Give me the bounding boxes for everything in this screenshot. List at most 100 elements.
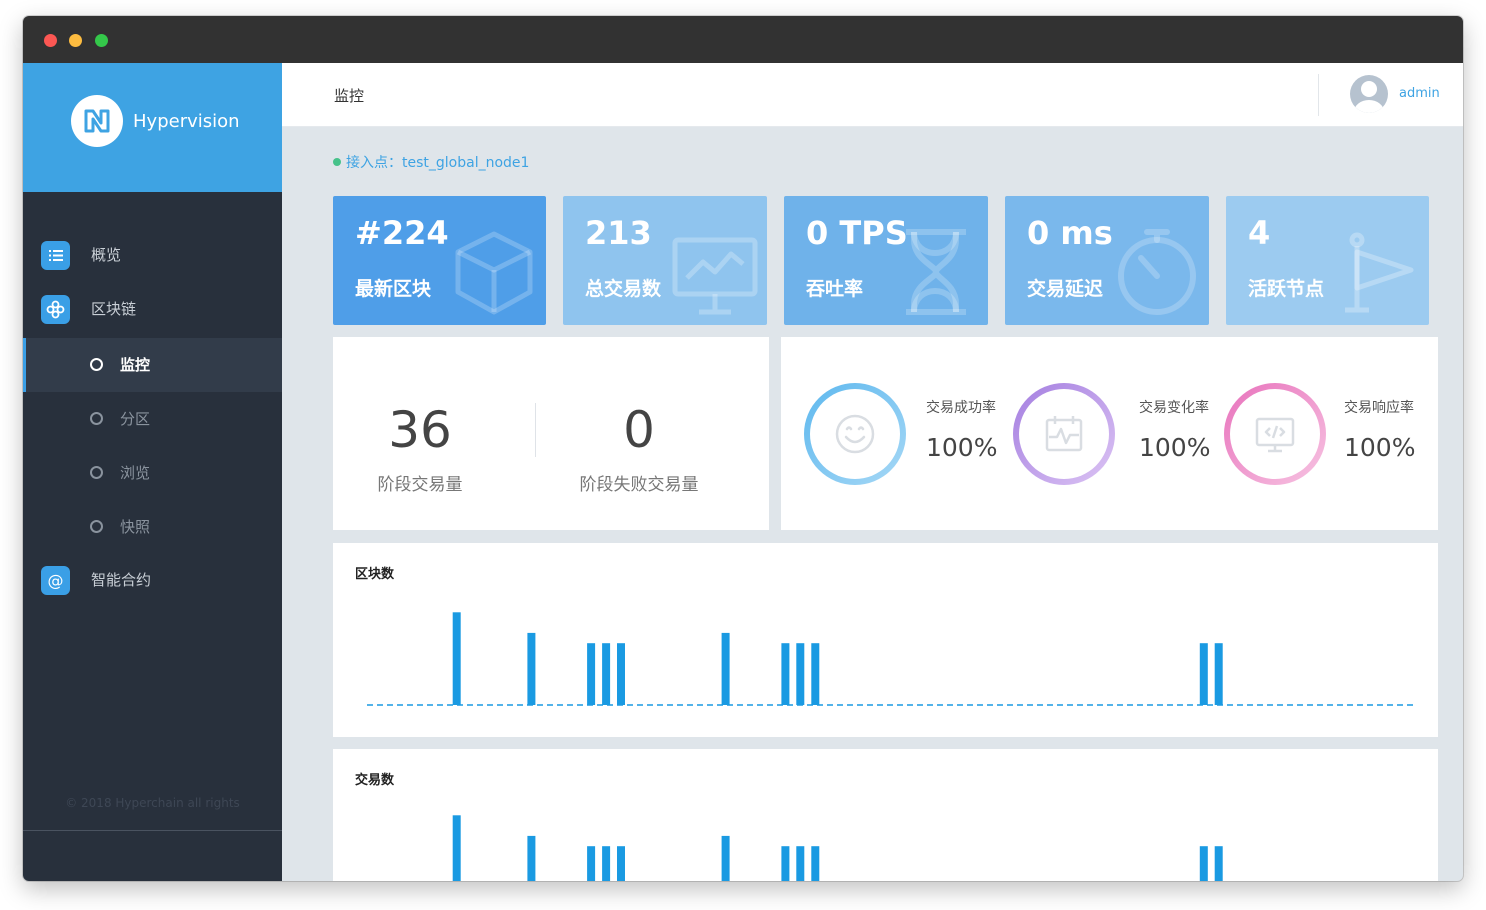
chart-bar[interactable] (452, 815, 461, 881)
chart-bar[interactable] (527, 632, 536, 705)
calendar-pulse-icon (1045, 416, 1083, 452)
cube-icon (455, 231, 533, 315)
top-header: 监控 admin (282, 63, 1463, 127)
stat-value: 4 (1248, 214, 1271, 252)
chart-bar[interactable] (796, 846, 805, 881)
stat-label: 吞吐率 (806, 278, 864, 300)
blocks-chart (367, 612, 1413, 706)
sidebar-item-smart-contract[interactable]: @ 智能合约 (23, 553, 282, 607)
chart-bar[interactable] (796, 643, 805, 705)
access-point-value: test_global_node1 (402, 155, 530, 171)
response-rate-value: 100% (1344, 433, 1416, 462)
blocks-chart-panel: 区块数 (333, 543, 1438, 737)
sidebar-subitem-partition[interactable]: 分区 (23, 392, 282, 446)
chart-bar[interactable] (602, 643, 611, 705)
divider (1318, 74, 1319, 116)
stage-failed-count: 0 (623, 401, 655, 459)
chart-bar[interactable] (587, 846, 596, 881)
close-window-button[interactable] (44, 34, 57, 47)
chart-bar[interactable] (781, 846, 790, 881)
stage-transaction-label: 阶段交易量 (377, 475, 463, 495)
stage-metrics-panel: 36 阶段交易量 0 阶段失败交易量 (333, 337, 769, 530)
sidebar-item-label: 概览 (91, 246, 122, 264)
brand-header: Hypervision (23, 63, 282, 192)
smile-icon (835, 414, 875, 454)
stat-value: #224 (355, 214, 449, 252)
at-icon: @ (41, 566, 70, 595)
transactions-chart (452, 815, 1223, 881)
sidebar-subitem-label: 分区 (120, 410, 151, 428)
window-titlebar (23, 16, 1463, 63)
success-rate-label: 交易成功率 (926, 400, 996, 416)
stat-label: 最新区块 (355, 278, 432, 300)
sidebar-subitem-label: 监控 (120, 356, 151, 374)
blockchain-icon (41, 295, 70, 324)
transactions-chart-panel: 交易数 (333, 749, 1438, 881)
divider (535, 403, 536, 457)
stat-label: 总交易数 (585, 278, 662, 300)
stat-value: 213 (585, 214, 652, 252)
stat-card-throughput[interactable]: 0 TPS 吞吐率 (784, 196, 988, 325)
access-point-label: 接入点： (346, 155, 402, 171)
chart-bar[interactable] (1214, 643, 1223, 705)
minimize-window-button[interactable] (69, 34, 82, 47)
circle-icon (90, 412, 103, 425)
sidebar-subitem-label: 快照 (120, 518, 151, 536)
response-rate-label: 交易响应率 (1344, 400, 1414, 416)
chart-bar[interactable] (617, 643, 625, 705)
sidebar-subitem-label: 浏览 (120, 464, 151, 482)
stat-label: 交易延迟 (1027, 278, 1104, 300)
sidebar-item-label: 区块链 (91, 300, 137, 318)
chart-bar[interactable] (527, 835, 536, 881)
stat-label: 活跃节点 (1248, 278, 1325, 300)
avatar[interactable] (1350, 75, 1388, 113)
stat-value: 0 ms (1027, 214, 1113, 252)
sidebar-subitem-monitor[interactable]: 监控 (23, 338, 282, 392)
response-rate-ring (1224, 383, 1326, 485)
flag-icon (1345, 232, 1414, 313)
success-rate-value: 100% (926, 433, 998, 462)
sidebar-item-blockchain[interactable]: 区块链 (23, 282, 282, 336)
user-name-link[interactable]: admin (1399, 86, 1440, 101)
stage-transaction-count: 36 (388, 401, 452, 459)
chart-bar[interactable] (1199, 643, 1208, 705)
circle-icon (90, 466, 103, 479)
sidebar-item-label: 智能合约 (91, 571, 152, 589)
chart-bar[interactable] (617, 846, 625, 881)
sidebar-subitem-snapshot[interactable]: 快照 (23, 500, 282, 554)
stat-card-active-nodes[interactable]: 4 活跃节点 (1226, 196, 1429, 325)
stage-failed-label: 阶段失败交易量 (579, 475, 699, 495)
success-rate-ring (804, 383, 906, 485)
change-rate-label: 交易变化率 (1139, 400, 1209, 416)
divider (23, 830, 282, 831)
monitor-code-icon (1255, 417, 1295, 453)
stopwatch-icon (1118, 229, 1196, 315)
brand-name: Hypervision (133, 111, 240, 132)
rates-panel: 交易成功率 100% 交易变化率 100% 交易响应率 100% (781, 337, 1438, 530)
chart-bar[interactable] (1214, 846, 1223, 881)
chart-bar[interactable] (587, 643, 596, 705)
chart-bar[interactable] (721, 835, 730, 881)
svg-text:@: @ (48, 571, 64, 590)
page-title: 监控 (334, 87, 365, 105)
chart-bar[interactable] (1199, 846, 1208, 881)
chart-bar[interactable] (721, 632, 730, 705)
circle-icon (90, 358, 103, 371)
chart-bar[interactable] (811, 846, 820, 881)
sidebar-subitem-browse[interactable]: 浏览 (23, 446, 282, 500)
maximize-window-button[interactable] (95, 34, 108, 47)
copyright-text: © 2018 Hyperchain all rights (65, 796, 240, 810)
chart-bar[interactable] (811, 643, 820, 705)
status-dot-icon (333, 158, 341, 166)
sidebar-item-overview[interactable]: 概览 (23, 228, 282, 282)
access-point: 接入点：test_global_node1 (333, 152, 529, 172)
hourglass-icon (906, 229, 966, 315)
sidebar: Hypervision 概览 区块链 监控 分区 浏览 快照 @ 智能合约 © … (23, 63, 282, 881)
stat-card-latency[interactable]: 0 ms 交易延迟 (1005, 196, 1209, 325)
chart-bar[interactable] (781, 643, 790, 705)
stat-card-latest-block[interactable]: #224 最新区块 (333, 196, 546, 325)
chart-bar[interactable] (602, 846, 611, 881)
stat-card-total-transactions[interactable]: 213 总交易数 (563, 196, 767, 325)
list-icon (41, 241, 70, 270)
chart-bar[interactable] (452, 612, 461, 705)
